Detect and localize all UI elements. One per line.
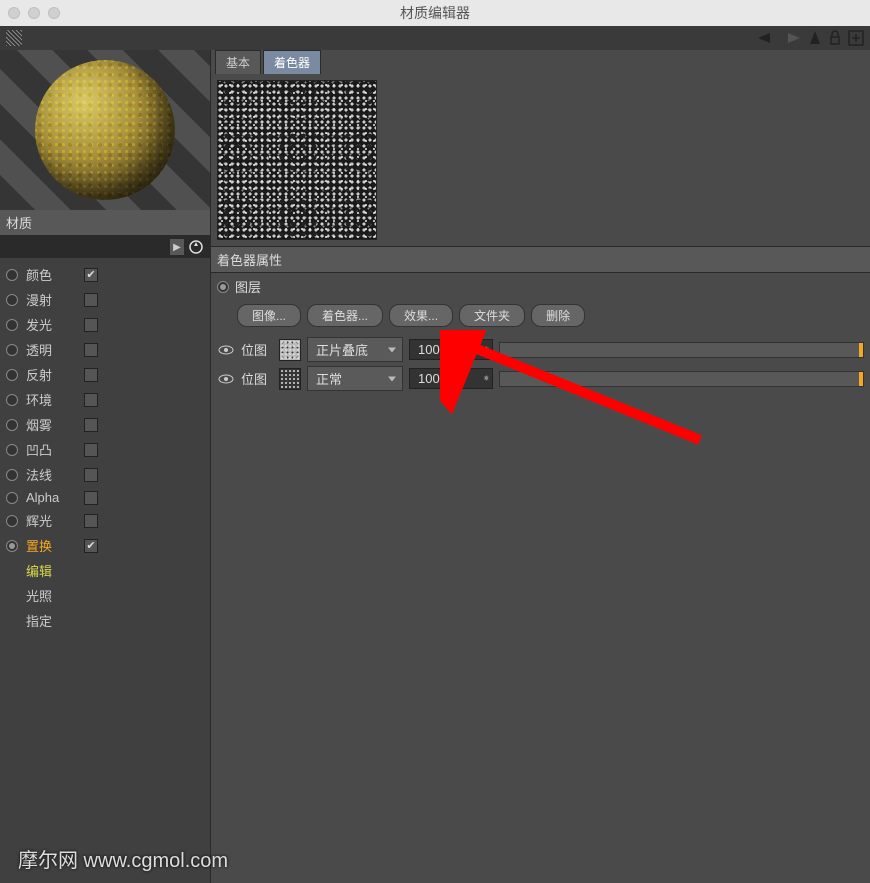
subitem-edit[interactable]: 编辑 xyxy=(0,558,210,583)
opacity-spinner[interactable]: 100 % xyxy=(409,368,493,389)
subitem-assign[interactable]: 指定 xyxy=(0,608,210,633)
checkbox[interactable] xyxy=(84,539,98,553)
titlebar: 材质编辑器 xyxy=(0,0,870,26)
lock-icon[interactable] xyxy=(828,30,842,46)
channel-alpha[interactable]: Alpha xyxy=(0,487,210,508)
layer-row-0[interactable]: 位图 正片叠底 100 % xyxy=(211,335,870,364)
arrow-left-icon[interactable] xyxy=(756,31,776,45)
effect-button[interactable]: 效果... xyxy=(389,304,453,327)
layer-thumb[interactable] xyxy=(279,339,301,361)
zoom-traffic[interactable] xyxy=(48,7,60,19)
channel-displacement[interactable]: 置换 xyxy=(0,533,210,558)
layer-thumb[interactable] xyxy=(279,368,301,390)
checkbox[interactable] xyxy=(84,318,98,332)
channel-color[interactable]: 颜色 xyxy=(0,262,210,287)
preview-sphere xyxy=(35,60,175,200)
traffic-lights xyxy=(8,7,60,19)
channel-normal[interactable]: 法线 xyxy=(0,462,210,487)
shader-preview[interactable] xyxy=(217,80,377,240)
tab-shader[interactable]: 着色器 xyxy=(263,50,321,74)
main-panel: 基本 着色器 着色器属性 图层 图像... 着色器... 效果... 文件夹 删… xyxy=(210,50,870,883)
delete-button[interactable]: 删除 xyxy=(531,304,585,327)
channel-bump[interactable]: 凹凸 xyxy=(0,437,210,462)
visibility-icon[interactable] xyxy=(217,372,235,386)
checkbox[interactable] xyxy=(84,468,98,482)
toolbar xyxy=(0,26,870,50)
layer-radio-row: 图层 xyxy=(211,273,870,300)
shader-buttons: 图像... 着色器... 效果... 文件夹 删除 xyxy=(211,300,870,335)
checkbox[interactable] xyxy=(84,343,98,357)
channel-reflection[interactable]: 反射 xyxy=(0,362,210,387)
window-title: 材质编辑器 xyxy=(400,3,470,23)
opacity-slider[interactable] xyxy=(499,342,864,358)
checkbox[interactable] xyxy=(84,443,98,457)
layer-radio[interactable] xyxy=(217,281,229,293)
shader-properties-header: 着色器属性 xyxy=(211,246,870,273)
blend-mode-dropdown[interactable]: 正片叠底 xyxy=(307,337,403,362)
visibility-icon[interactable] xyxy=(217,343,235,357)
target-icon[interactable] xyxy=(186,237,206,257)
checkbox[interactable] xyxy=(84,418,98,432)
checkbox[interactable] xyxy=(84,293,98,307)
dropdown-icon[interactable]: ▶ xyxy=(170,239,184,255)
checkbox[interactable] xyxy=(84,368,98,382)
tab-bar: 基本 着色器 xyxy=(211,50,870,74)
image-button[interactable]: 图像... xyxy=(237,304,301,327)
watermark: 摩尔网 www.cgmol.com xyxy=(18,844,228,873)
checkbox[interactable] xyxy=(84,514,98,528)
close-traffic[interactable] xyxy=(8,7,20,19)
layer-name: 位图 xyxy=(241,340,273,359)
channel-fog[interactable]: 烟雾 xyxy=(0,412,210,437)
checkbox[interactable] xyxy=(84,393,98,407)
tab-basic[interactable]: 基本 xyxy=(215,50,261,74)
opacity-slider[interactable] xyxy=(499,371,864,387)
new-icon[interactable] xyxy=(848,30,864,46)
layer-row-1[interactable]: 位图 正常 100 % xyxy=(211,364,870,393)
material-label: 材质 xyxy=(0,210,210,236)
arrow-up-icon[interactable] xyxy=(808,30,822,46)
folder-button[interactable]: 文件夹 xyxy=(459,304,525,327)
checkbox[interactable] xyxy=(84,491,98,505)
minimize-traffic[interactable] xyxy=(28,7,40,19)
channel-list: 颜色 漫射 发光 透明 反射 环境 烟雾 凹凸 法线 Alpha 辉光 置换 编… xyxy=(0,258,210,633)
channel-luminance[interactable]: 发光 xyxy=(0,312,210,337)
opacity-spinner[interactable]: 100 % xyxy=(409,339,493,360)
channel-environment[interactable]: 环境 xyxy=(0,387,210,412)
material-preview[interactable] xyxy=(0,50,210,210)
texture-icon[interactable] xyxy=(6,30,22,46)
shader-button[interactable]: 着色器... xyxy=(307,304,383,327)
subitem-illum[interactable]: 光照 xyxy=(0,583,210,608)
sidebar: 材质 ▶ 颜色 漫射 发光 透明 反射 环境 烟雾 凹凸 法线 Alpha 辉光… xyxy=(0,50,210,883)
channel-diffuse[interactable]: 漫射 xyxy=(0,287,210,312)
blend-mode-dropdown[interactable]: 正常 xyxy=(307,366,403,391)
channel-transparency[interactable]: 透明 xyxy=(0,337,210,362)
channel-glow[interactable]: 辉光 xyxy=(0,508,210,533)
checkbox[interactable] xyxy=(84,268,98,282)
arrow-right-dim-icon xyxy=(782,31,802,45)
layer-name: 位图 xyxy=(241,369,273,388)
material-name-field[interactable]: ▶ xyxy=(0,236,210,258)
layer-label: 图层 xyxy=(235,277,261,296)
